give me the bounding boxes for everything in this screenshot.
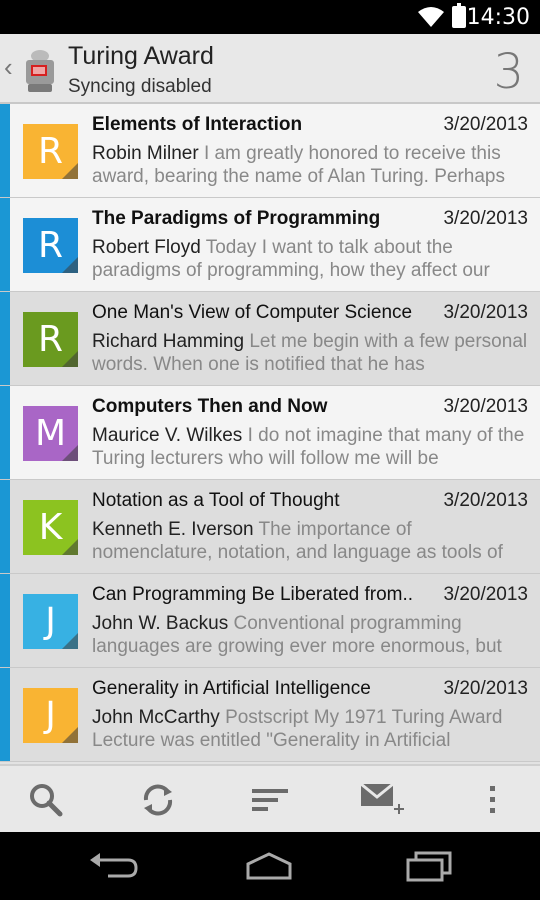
avatar-initial: R [37,319,63,360]
action-bar: ‹ Turing Award Syncing disabled 3 [0,34,540,104]
search-icon[interactable] [26,780,66,820]
message-preview: John W. Backus Conventional programming … [92,612,528,658]
message-preview: Maurice V. Wilkes I do not imagine that … [92,424,528,470]
message-sender: John McCarthy [92,707,220,728]
recents-icon[interactable] [404,850,454,882]
message-subject: Generality in Artificial Intelligence [92,678,371,699]
message-subject: One Man's View of Computer Science [92,302,413,323]
message-sender: Richard Hamming [92,331,245,352]
avatar-corner-fold [62,163,78,179]
message-subject: The Paradigms of Programming [92,208,381,229]
avatar-corner-fold [62,351,78,367]
account-color-stripe [0,574,10,667]
contact-avatar[interactable]: M [23,406,78,461]
message-item[interactable]: M Computers Then and Now 3/20/2013 Maurice … [0,386,540,480]
account-color-stripe [0,198,10,291]
message-preview: Kenneth E. Iverson The importance of nom… [92,518,528,564]
avatar-corner-fold [62,445,78,461]
overflow-menu-icon[interactable] [478,780,508,820]
wifi-icon [418,7,444,27]
message-date: 3/20/2013 [443,584,528,605]
message-sender: Robin Milner [92,143,199,164]
avatar-initial: J [45,601,56,642]
message-preview: Richard Hamming Let me begin with a few … [92,330,528,376]
message-sender: Kenneth E. Iverson [92,519,254,540]
avatar-corner-fold [62,539,78,555]
home-icon[interactable] [244,850,294,882]
message-subject: Notation as a Tool of Thought [92,490,340,511]
message-date: 3/20/2013 [443,490,528,511]
account-color-stripe [0,292,10,385]
contact-avatar[interactable]: R [23,124,78,179]
account-color-stripe [0,668,10,761]
bottom-toolbar [0,764,540,832]
app-logo-icon[interactable] [20,46,60,94]
compose-icon[interactable] [360,778,406,824]
message-item[interactable]: J Can Programming Be Liberated from.. 3/20… [0,574,540,668]
message-subject: Elements of Interaction [92,114,303,135]
message-date: 3/20/2013 [443,678,528,699]
contact-avatar[interactable]: R [23,312,78,367]
status-bar: 14:30 [0,0,540,34]
message-date: 3/20/2013 [443,396,528,417]
sort-icon[interactable] [250,780,290,820]
message-list: R Elements of Interaction 3/20/2013 Robin M… [0,104,540,764]
message-preview: Robert Floyd Today I want to talk about … [92,236,528,282]
message-preview: John McCarthy Postscript My 1971 Turing … [92,706,528,752]
avatar-corner-fold [62,633,78,649]
up-chevron-icon[interactable]: ‹ [4,54,13,80]
message-sender: Maurice V. Wilkes [92,425,243,446]
battery-icon [452,3,466,28]
message-preview: Robin Milner I am greatly honored to rec… [92,142,528,188]
message-item[interactable]: R The Paradigms of Programming 3/20/2013 Ro… [0,198,540,292]
message-item[interactable]: J Generality in Artificial Intelligence 3/… [0,668,540,762]
message-date: 3/20/2013 [443,114,528,135]
sync-status: Syncing disabled [68,76,212,97]
contact-avatar[interactable]: J [23,688,78,743]
account-title: Turing Award [68,42,214,70]
avatar-initial: K [38,507,63,548]
message-subject: Computers Then and Now [92,396,328,417]
clock: 14:30 [466,5,530,30]
message-item[interactable]: R One Man's View of Computer Science 3/20/… [0,292,540,386]
unread-count: 3 [493,44,524,100]
message-sender: Robert Floyd [92,237,201,258]
avatar-corner-fold [62,257,78,273]
message-sender: John W. Backus [92,613,229,634]
message-date: 3/20/2013 [443,302,528,323]
avatar-initial: R [37,131,63,172]
message-item[interactable]: R Elements of Interaction 3/20/2013 Robin M… [0,104,540,198]
contact-avatar[interactable]: K [23,500,78,555]
contact-avatar[interactable]: J [23,594,78,649]
navigation-bar [0,832,540,900]
avatar-initial: J [45,695,56,736]
message-item[interactable]: K Notation as a Tool of Thought 3/20/2013 K… [0,480,540,574]
message-subject: Can Programming Be Liberated from.. [92,584,414,605]
contact-avatar[interactable]: R [23,218,78,273]
message-date: 3/20/2013 [443,208,528,229]
avatar-corner-fold [62,727,78,743]
account-color-stripe [0,386,10,479]
account-color-stripe [0,480,10,573]
back-icon[interactable] [88,850,138,882]
refresh-icon[interactable] [138,780,178,820]
avatar-initial: R [37,225,63,266]
account-color-stripe [0,104,10,197]
